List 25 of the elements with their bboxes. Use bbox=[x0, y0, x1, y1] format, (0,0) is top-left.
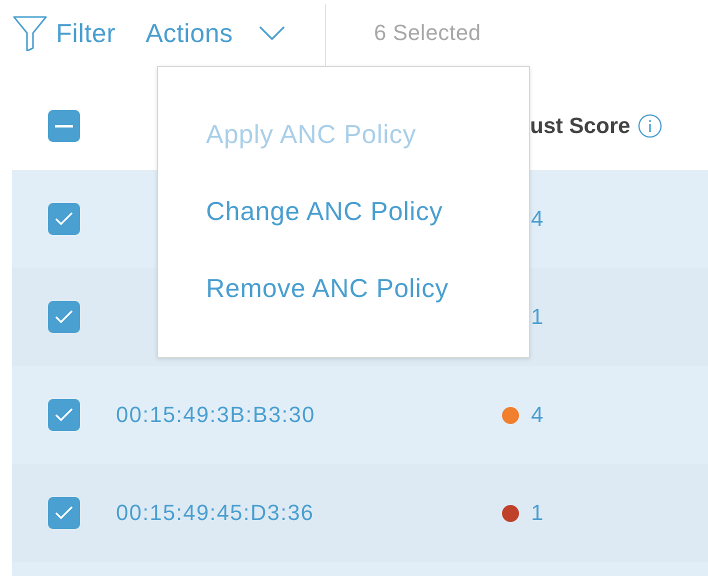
row-checkbox[interactable] bbox=[48, 399, 80, 431]
mac-address[interactable]: 00:15:49:3B:B3:30 bbox=[116, 402, 466, 428]
menu-item[interactable]: Remove ANC Policy bbox=[206, 273, 449, 304]
info-icon[interactable] bbox=[638, 114, 662, 138]
filter-icon bbox=[12, 15, 48, 51]
trust-score: 4 bbox=[531, 206, 544, 232]
mac-address[interactable]: 00:15:49:45:D3:36 bbox=[116, 500, 466, 526]
menu-item[interactable]: Change ANC Policy bbox=[206, 196, 443, 227]
trust-score: 4 bbox=[531, 402, 544, 428]
row-checkbox[interactable] bbox=[48, 497, 80, 529]
selection-count: 6 Selected bbox=[374, 20, 481, 46]
check-icon bbox=[55, 408, 73, 422]
trust-score: 1 bbox=[531, 304, 544, 330]
check-icon bbox=[55, 310, 73, 324]
filter-button[interactable]: Filter bbox=[12, 15, 116, 51]
trust-score: 1 bbox=[531, 500, 544, 526]
check-icon bbox=[55, 212, 73, 226]
minus-icon bbox=[55, 124, 73, 128]
row-checkbox[interactable] bbox=[48, 301, 80, 333]
actions-dropdown[interactable]: Actions bbox=[146, 18, 285, 48]
row-checkbox[interactable] bbox=[48, 203, 80, 235]
check-icon bbox=[55, 506, 73, 520]
column-header: ust Score bbox=[530, 113, 630, 139]
chevron-down-icon bbox=[258, 26, 285, 40]
select-all-checkbox[interactable] bbox=[48, 110, 80, 142]
